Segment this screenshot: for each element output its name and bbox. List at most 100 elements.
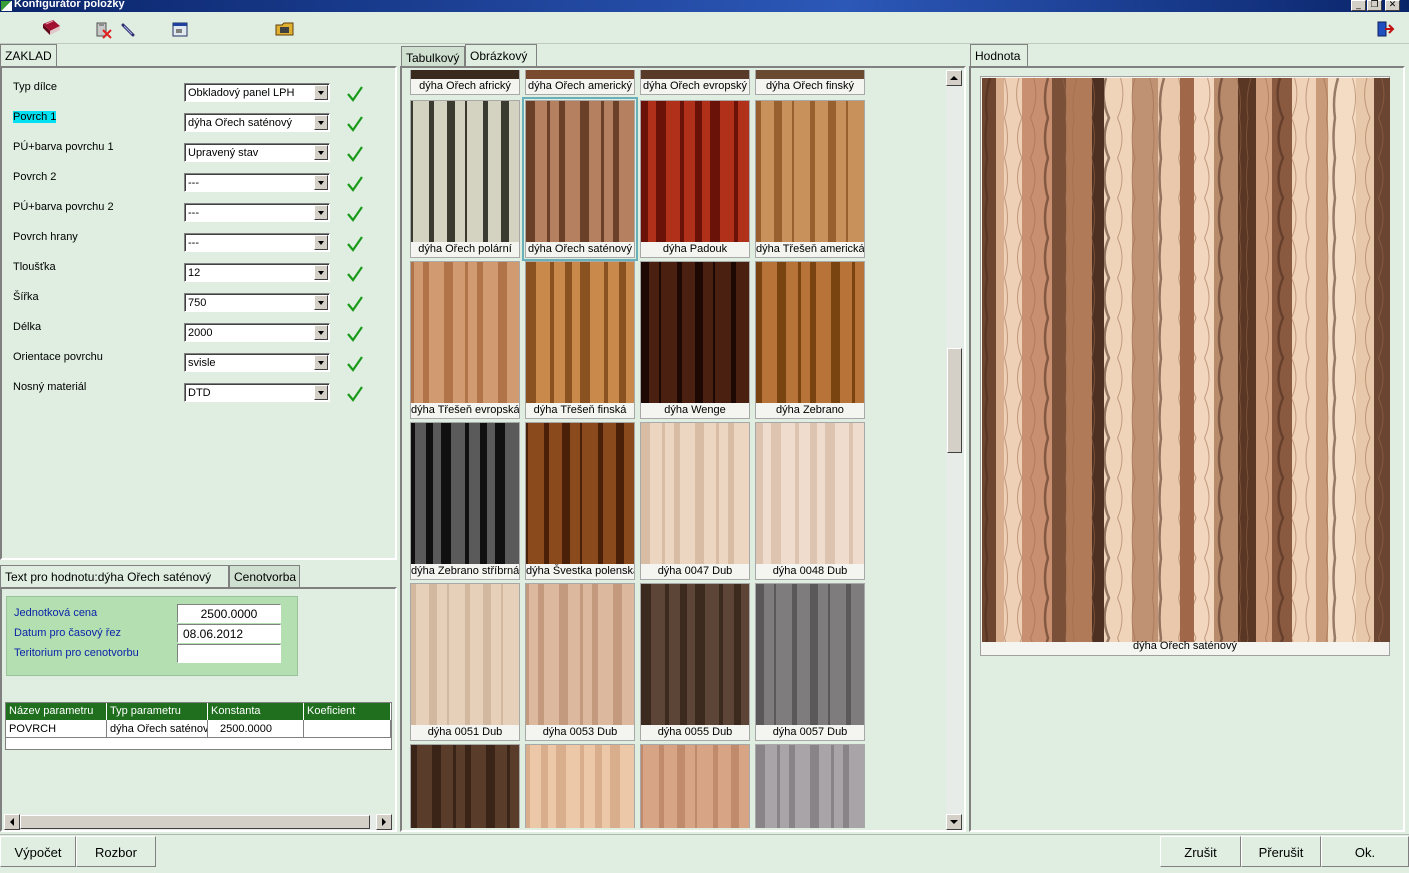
thumbnail[interactable]: dýha Wenge [640,261,750,419]
window-icon[interactable] [170,20,192,40]
thumbnail[interactable]: dýha Ořech finský [755,70,865,95]
scroll-right-button[interactable] [376,814,392,830]
thumbnail[interactable]: dýha 0053 Dub [525,583,635,741]
param-select[interactable]: Obkladový panel LPH [184,83,330,102]
cancel-button[interactable]: Zrušit [1160,836,1241,867]
col-header-konstanta[interactable]: Konstanta [208,703,304,720]
scroll-up-button[interactable] [946,70,962,86]
gallery-vscrollbar[interactable] [946,70,963,830]
param-label: Nosný materiál [13,381,87,393]
thumbnail[interactable]: dýha 0047 Dub [640,422,750,580]
checkmark-icon [347,206,363,222]
thumbnail[interactable] [525,744,635,828]
veneer-image [641,584,749,725]
thumbnail[interactable]: dýha Třešeň evropská [410,261,520,419]
scroll-thumb[interactable] [947,348,962,453]
chevron-down-icon[interactable] [314,145,328,160]
table-cell[interactable]: 2500.0000 [208,720,304,738]
thumbnail[interactable]: dýha Padouk [640,100,750,258]
thumbnail[interactable]: dýha Ořech americký [525,70,635,95]
vypocet-button[interactable]: Výpočet [0,836,76,867]
param-select[interactable]: --- [184,233,330,252]
chevron-down-icon[interactable] [314,205,328,220]
folder-icon[interactable] [274,19,296,39]
thumbnail[interactable]: dýha Třešeň finská [525,261,635,419]
ok-button[interactable]: Ok. [1321,836,1409,867]
territory-field[interactable] [177,644,281,663]
tab-cenotvorba[interactable]: Cenotvorba [229,565,300,587]
thumbnail[interactable]: dýha Zebrano [755,261,865,419]
thumbnail[interactable]: dýha Švestka polenská [525,422,635,580]
chevron-down-icon[interactable] [314,355,328,370]
interrupt-button[interactable]: Přerušit [1241,836,1321,867]
chevron-down-icon[interactable] [314,85,328,100]
thumbnail[interactable]: dýha Ořech saténový [522,97,638,261]
rozbor-button[interactable]: Rozbor [76,836,156,867]
thumbnail[interactable] [755,744,865,828]
param-select[interactable]: 2000 [184,323,330,342]
param-select[interactable]: 12 [184,263,330,282]
thumbnail[interactable] [410,744,520,828]
attach-icon[interactable] [118,20,140,40]
tab-text-pro-hodnotu[interactable]: Text pro hodnotu:dýha Ořech saténový [0,565,229,587]
param-select[interactable]: --- [184,173,330,192]
param-label: Povrch hrany [13,231,78,243]
thumbnail[interactable]: dýha Ořech polární [410,100,520,258]
unit-price-field[interactable]: 2500.0000 [177,604,281,623]
param-select[interactable]: --- [184,203,330,222]
thumbnail-caption: dýha 0055 Dub [657,726,733,738]
restore-button[interactable]: ❐ [1367,0,1382,11]
close-button[interactable]: ✕ [1385,0,1400,11]
chevron-down-icon[interactable] [314,115,328,130]
thumbnail[interactable]: dýha 0055 Dub [640,583,750,741]
date-field[interactable]: 08.06.2012 [177,624,281,643]
chevron-down-icon[interactable] [314,175,328,190]
chevron-down-icon[interactable] [314,325,328,340]
thumbnail[interactable]: dýha Zebrano stříbrná [410,422,520,580]
thumbnail[interactable]: dýha 0048 Dub [755,422,865,580]
chevron-down-icon[interactable] [314,385,328,400]
chevron-down-icon[interactable] [314,265,328,280]
scroll-down-button[interactable] [946,814,962,830]
scroll-left-button[interactable] [4,814,20,830]
veneer-image [526,101,634,242]
price-box: Jednotková cena 2500.0000 Datum pro časo… [6,596,298,676]
table-cell[interactable]: dýha Ořech saténový [107,720,208,738]
param-label: PÚ+barva povrchu 2 [13,201,114,213]
col-header-nazev[interactable]: Název parametru [6,703,107,720]
chevron-down-icon[interactable] [314,295,328,310]
tab-zaklad[interactable]: ZAKLAD [0,44,57,66]
scroll-thumb[interactable] [20,815,370,829]
param-value: --- [188,237,199,249]
minimize-button[interactable]: _ [1351,0,1366,11]
table-cell[interactable]: POVRCH [6,720,107,738]
thumbnail-caption: dýha Třešeň finská [533,404,627,416]
thumbnail[interactable]: dýha 0051 Dub [410,583,520,741]
table-cell[interactable] [304,720,391,738]
param-value: DTD [188,387,211,399]
thumbnail[interactable]: dýha Třešeň americká [755,100,865,258]
param-label: Tloušťka [13,261,56,273]
thumbnail[interactable]: dýha 0057 Dub [755,583,865,741]
left-hscrollbar[interactable] [4,814,392,830]
param-select[interactable]: svisle [184,353,330,372]
col-header-koeficient[interactable]: Koeficient [304,703,391,720]
thumbnail-gallery: dýha Ořech africký dýha Ořech americký dýh… [404,70,944,828]
exit-icon[interactable] [1374,19,1396,39]
thumbnail-caption: dýha Ořech saténový [528,243,632,255]
tab-obrazkovy[interactable]: Obrázkový [465,44,537,66]
chevron-down-icon[interactable] [314,235,328,250]
tab-hodnota[interactable]: Hodnota [970,44,1028,66]
param-select[interactable]: 750 [184,293,330,312]
param-select[interactable]: DTD [184,383,330,402]
thumbnail[interactable] [640,744,750,828]
col-header-typ[interactable]: Typ parametru [107,703,208,720]
tab-tabulkovy[interactable]: Tabulkový [401,46,465,68]
book-icon[interactable] [40,18,62,38]
param-select[interactable]: dýha Ořech saténový [184,113,330,132]
thumbnail[interactable]: dýha Ořech africký [410,70,520,95]
thumbnail[interactable]: dýha Ořech evropský [640,70,750,95]
param-select[interactable]: Upravený stav [184,143,330,162]
delete-icon[interactable] [94,20,116,40]
thumbnail-caption: dýha Zebrano stříbrná [411,565,519,577]
